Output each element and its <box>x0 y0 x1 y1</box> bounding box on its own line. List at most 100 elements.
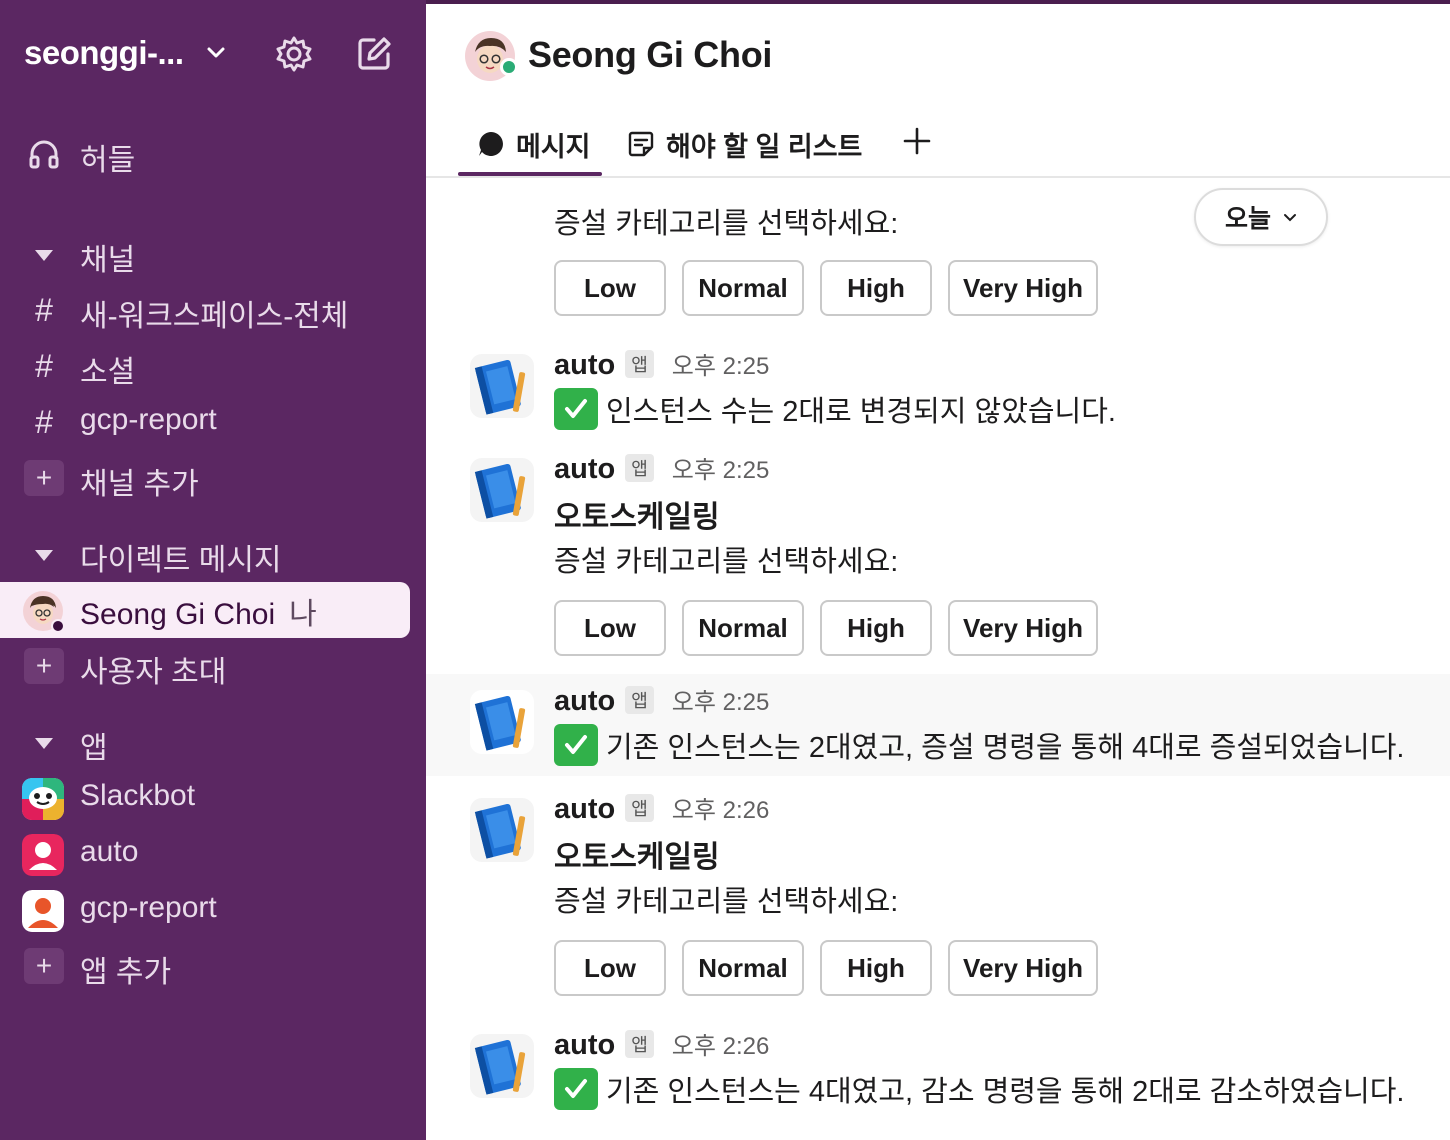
high-button[interactable]: High <box>820 600 932 656</box>
message-title: 오토스케일링 <box>554 501 720 534</box>
app-badge: 앱 <box>625 350 654 378</box>
button-group: Low Normal High Very High <box>554 600 1098 656</box>
tab-todo-list[interactable]: 해야 할 일 리스트 <box>626 122 862 166</box>
button-group: Low Normal High Very High <box>554 940 1098 996</box>
invite-users-button[interactable]: + 사용자 초대 <box>0 640 426 692</box>
sender-name[interactable]: auto <box>554 685 615 718</box>
very-high-button[interactable]: Very High <box>948 600 1098 656</box>
sender-name[interactable]: auto <box>554 1029 615 1062</box>
message-feed: 증설 카테고리를 선택하세요: Low Normal High Very Hig… <box>426 178 1450 1140</box>
sidebar-app-gcp-report[interactable]: gcp-report <box>0 884 426 936</box>
invite-label: 사용자 초대 <box>80 656 227 689</box>
plus-icon: + <box>24 460 64 496</box>
section-apps[interactable]: 앱 <box>0 716 426 768</box>
date-divider-button[interactable]: 오늘 <box>1194 188 1328 246</box>
message-prompt: 증설 카테고리를 선택하세요: <box>554 546 899 578</box>
very-high-button[interactable]: Very High <box>948 260 1098 316</box>
timestamp[interactable]: 오후 2:26 <box>672 790 770 825</box>
message-header: auto 앱 오후 2:25 <box>554 450 769 486</box>
section-label: 앱 <box>80 732 108 765</box>
app-badge: 앱 <box>625 1030 654 1058</box>
main-pane: Seong Gi Choi 메시지 해야 할 일 리스트 증설 카테고리를 선택… <box>426 0 1450 1140</box>
notebook-icon <box>470 798 534 862</box>
message-title: 오토스케일링 <box>554 841 720 874</box>
avatar <box>23 591 64 632</box>
message-body: 기존 인스턴스는 4대였고, 감소 명령을 통해 2대로 감소하였습니다. <box>606 1076 1405 1108</box>
low-button[interactable]: Low <box>554 260 666 316</box>
check-mark-icon <box>554 724 598 766</box>
caret-down-icon[interactable] <box>35 250 53 261</box>
message: 증설 카테고리를 선택하세요: Low Normal High Very Hig… <box>426 178 1450 328</box>
check-mark-icon <box>554 388 598 430</box>
presence-indicator <box>500 58 518 76</box>
notebook-icon <box>470 1034 534 1098</box>
section-label: 채널 <box>80 244 136 277</box>
normal-button[interactable]: Normal <box>682 600 804 656</box>
high-button[interactable]: High <box>820 940 932 996</box>
message: auto 앱 오후 2:26 기존 인스턴스는 4대였고, 감소 명령을 통해 … <box>426 1018 1450 1128</box>
app-avatar-icon <box>22 834 64 876</box>
normal-button[interactable]: Normal <box>682 260 804 316</box>
timestamp[interactable]: 오후 2:25 <box>672 682 770 717</box>
sidebar-dm-seong-gi-choi[interactable]: Seong Gi Choi 나 <box>0 582 410 638</box>
app-name: Slackbot <box>80 779 196 812</box>
timestamp[interactable]: 오후 2:25 <box>672 450 770 485</box>
sidebar-item-huddles[interactable]: 허들 <box>0 128 426 180</box>
timestamp[interactable]: 오후 2:25 <box>672 346 770 381</box>
message-icon <box>479 132 503 156</box>
section-channels[interactable]: 채널 <box>0 228 426 280</box>
message-prompt: 증설 카테고리를 선택하세요: <box>554 208 899 240</box>
message: auto 앱 오후 2:26 오토스케일링 증설 카테고리를 선택하세요: Lo… <box>426 782 1450 1002</box>
timestamp[interactable]: 오후 2:26 <box>672 1026 770 1061</box>
sender-name[interactable]: auto <box>554 453 615 486</box>
message-header: auto 앱 오후 2:25 <box>554 682 769 718</box>
high-button[interactable]: High <box>820 260 932 316</box>
sender-name[interactable]: auto <box>554 793 615 826</box>
notebook-icon <box>470 690 534 754</box>
message-text: 기존 인스턴스는 4대였고, 감소 명령을 통해 2대로 감소하였습니다. <box>554 1068 1404 1110</box>
low-button[interactable]: Low <box>554 940 666 996</box>
low-button[interactable]: Low <box>554 600 666 656</box>
sender-name[interactable]: auto <box>554 349 615 382</box>
hash-icon: # <box>35 403 53 440</box>
message-header: auto 앱 오후 2:25 <box>554 346 769 382</box>
caret-down-icon[interactable] <box>35 738 53 749</box>
add-tab-icon[interactable] <box>900 124 934 158</box>
channel-title[interactable]: Seong Gi Choi <box>528 34 772 76</box>
workspace-header: seonggi-... <box>0 0 426 110</box>
you-label: 나 <box>289 598 317 631</box>
notebook-icon <box>470 458 534 522</box>
compose-icon[interactable] <box>354 34 394 74</box>
sidebar-item-label: 허들 <box>80 144 136 177</box>
add-channel-button[interactable]: + 채널 추가 <box>0 452 426 504</box>
tab-label: 해야 할 일 리스트 <box>666 131 863 162</box>
tab-messages[interactable]: 메시지 <box>476 122 591 166</box>
caret-down-icon[interactable] <box>35 550 53 561</box>
headphones-icon <box>24 136 64 172</box>
message: auto 앱 오후 2:25 기존 인스턴스는 2대였고, 증설 명령을 통해 … <box>426 674 1450 776</box>
message-text: 인스턴스 수는 2대로 변경되지 않았습니다. <box>554 388 1116 430</box>
sidebar-app-slackbot[interactable]: Slackbot <box>0 772 426 824</box>
message-prompt: 증설 카테고리를 선택하세요: <box>554 886 899 918</box>
very-high-button[interactable]: Very High <box>948 940 1098 996</box>
add-app-button[interactable]: + 앱 추가 <box>0 940 426 992</box>
app-badge: 앱 <box>625 454 654 482</box>
add-app-label: 앱 추가 <box>80 956 172 989</box>
normal-button[interactable]: Normal <box>682 940 804 996</box>
plus-icon: + <box>24 948 64 984</box>
workspace-name[interactable]: seonggi-... <box>24 34 184 72</box>
chevron-down-icon[interactable] <box>205 42 227 64</box>
sidebar-channel[interactable]: # 소셜 <box>0 340 426 392</box>
message-header: auto 앱 오후 2:26 <box>554 790 769 826</box>
app-avatar-icon <box>22 890 64 932</box>
sidebar-channel[interactable]: # gcp-report <box>0 396 426 448</box>
gear-icon[interactable] <box>274 34 314 74</box>
message-header: auto 앱 오후 2:26 <box>554 1026 769 1062</box>
sidebar-app-auto[interactable]: auto <box>0 828 426 880</box>
app-name: gcp-report <box>80 891 217 924</box>
sidebar-channel[interactable]: # 새-워크스페이스-전체 <box>0 284 426 336</box>
section-direct-messages[interactable]: 다이렉트 메시지 <box>0 528 426 580</box>
tab-bar: 메시지 해야 할 일 리스트 <box>426 110 1450 178</box>
tab-label: 메시지 <box>516 131 591 162</box>
message: auto 앱 오후 2:25 오토스케일링 증설 카테고리를 선택하세요: Lo… <box>426 442 1450 662</box>
